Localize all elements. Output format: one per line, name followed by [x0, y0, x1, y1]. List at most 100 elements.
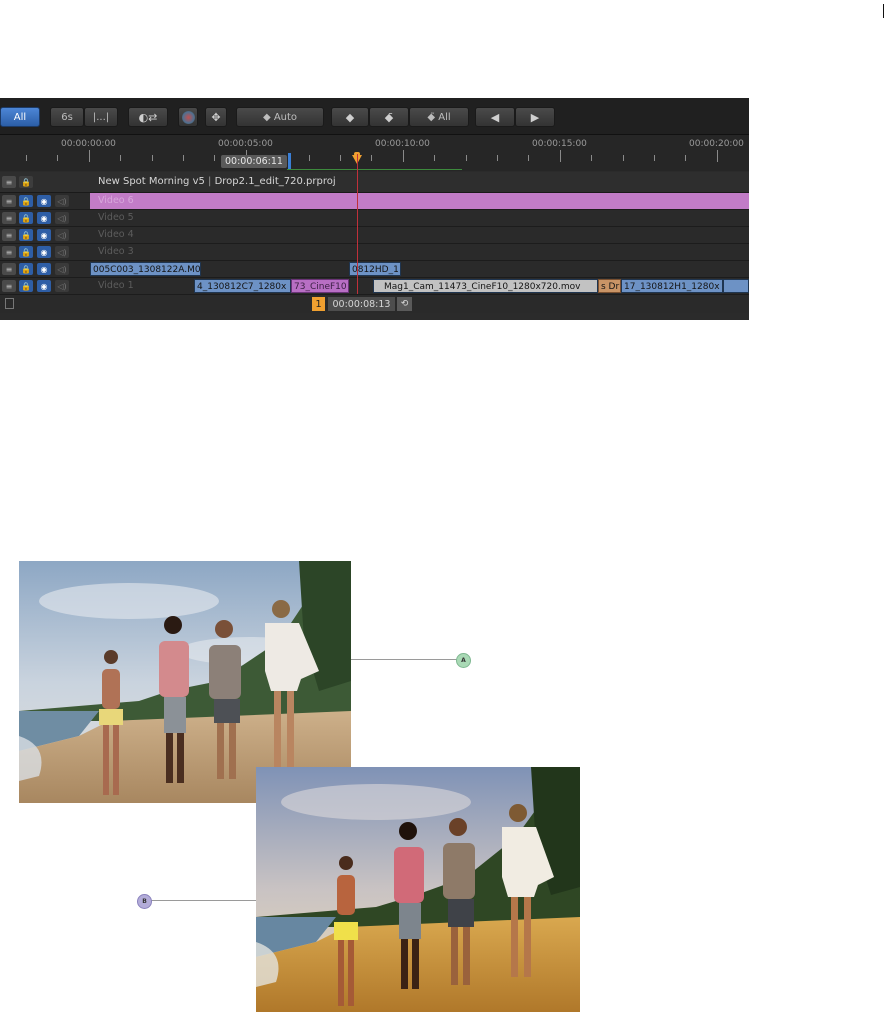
ruler-timecode: 00:00:05:00 — [218, 139, 273, 149]
speaker-icon[interactable]: ◁) — [55, 195, 69, 207]
ruler-tick — [654, 155, 655, 161]
ruler-timecode: 00:00:20:00 — [689, 139, 744, 149]
callout-a: A — [456, 653, 471, 668]
timeline-status-bar: 1 00:00:08:13 ⟲ — [0, 295, 749, 313]
color-wheel-button[interactable] — [178, 107, 198, 127]
in-point-marker[interactable] — [288, 153, 291, 169]
track-video-5[interactable]: ≡ 🔒 ◉ ◁) Video 5 — [0, 210, 749, 227]
six-second-button[interactable]: 6s — [50, 107, 84, 127]
lock-icon[interactable]: 🔒 — [19, 246, 33, 258]
sync-lock-icon[interactable]: ≡ — [2, 195, 16, 207]
track-name: Video 5 — [98, 212, 134, 223]
timeline-clip-tail[interactable] — [723, 279, 749, 293]
sequence-name: New Spot Morning v5 — [98, 176, 205, 187]
timeline-clip[interactable]: 73_CineF10 — [291, 279, 349, 293]
ruler-tick — [88, 150, 90, 162]
rgb-parade-button[interactable]: ◐⇄ — [128, 107, 168, 127]
ruler-timecode: 00:00:10:00 — [375, 139, 430, 149]
lock-icon[interactable]: 🔒 — [19, 195, 33, 207]
timeline-clip[interactable]: 4_130812C7_1280x — [194, 279, 291, 293]
triangle-right-icon: ▶ — [530, 110, 540, 124]
timeline-clip[interactable]: 005C003_1308122A.M0 — [90, 262, 201, 276]
photo-graded — [256, 767, 580, 1012]
remove-keyframe-button[interactable]: ◆̄ — [369, 107, 409, 127]
sync-lock-icon[interactable]: ≡ — [2, 280, 16, 292]
eye-icon[interactable]: ◉ — [37, 246, 51, 258]
ruler-tick — [340, 155, 341, 161]
ruler-tick — [183, 155, 184, 161]
track-highlight-bar[interactable]: Video 6 — [90, 193, 749, 209]
timeline-toolbar: All 6s |...| ◐⇄ ✥ ◆ Auto ◆ ◆̄ ◆̃ All ◀ ▶ — [0, 98, 749, 135]
ruler-tick — [434, 155, 436, 161]
sync-lock-icon[interactable]: ≡ — [2, 263, 16, 275]
ruler-tick — [214, 155, 216, 161]
sync-lock-icon[interactable]: ≡ — [2, 212, 16, 224]
callout-line-a — [351, 659, 457, 660]
track-video-1[interactable]: ≡ 🔒 ◉ ◁) Video 1 4_130812C7_1280x 73_Cin… — [0, 278, 749, 295]
timeline-clip[interactable]: 17_130812H1_1280x — [621, 279, 723, 293]
move-button[interactable]: ✥ — [205, 107, 227, 127]
lock-icon[interactable]: 🔒 — [19, 280, 33, 292]
timeline-clip[interactable]: s Dr — [598, 279, 621, 293]
speaker-icon[interactable]: ◁) — [55, 280, 69, 292]
lock-icon[interactable]: 🔒 — [19, 229, 33, 241]
ruler-tick — [371, 155, 373, 161]
keyframe-remove-icon: ◆̄ — [384, 110, 394, 124]
eye-icon[interactable]: ◉ — [37, 263, 51, 275]
ruler-tick — [559, 150, 561, 162]
speaker-icon[interactable]: ◁) — [55, 212, 69, 224]
time-ruler[interactable]: 00:00:00:00 00:00:05:00 00:00:10:00 00:0… — [0, 135, 749, 171]
eye-icon[interactable]: ◉ — [37, 280, 51, 292]
auto-keyframe-button[interactable]: ◆ Auto — [236, 107, 324, 127]
sequence-header: ≡ 🔒 New Spot Morning v5 | Drop2.1_edit_7… — [0, 172, 749, 193]
lock-icon[interactable]: 🔒 — [19, 212, 33, 224]
film-strip-icon — [5, 298, 14, 309]
speaker-icon[interactable]: ◁) — [55, 246, 69, 258]
timeline-clip[interactable]: Mag1_Cam_11473_CineF10_1280x720.mov — [373, 279, 598, 293]
speaker-icon[interactable]: ◁) — [55, 229, 69, 241]
sync-lock-icon[interactable]: ≡ — [2, 229, 16, 241]
project-name: Drop2.1_edit_720.prproj — [214, 176, 336, 187]
range-button[interactable]: |...| — [84, 107, 118, 127]
ruler-tick — [465, 155, 467, 161]
track-name: Video 3 — [98, 246, 134, 257]
ruler-tick — [57, 155, 59, 161]
add-keyframe-button[interactable]: ◆ — [331, 107, 369, 127]
remove-all-keyframes-button[interactable]: ◆̃ All — [409, 107, 469, 127]
ruler-tick — [120, 155, 122, 161]
previous-keyframe-button[interactable]: ◀ — [475, 107, 515, 127]
track-name: Video 4 — [98, 229, 134, 240]
triangle-left-icon: ◀ — [490, 110, 500, 124]
ruler-tick — [685, 155, 687, 161]
next-keyframe-button[interactable]: ▶ — [515, 107, 555, 127]
lock-icon[interactable]: 🔒 — [19, 176, 33, 188]
speaker-icon[interactable]: ◁) — [55, 263, 69, 275]
move-arrows-icon: ✥ — [211, 110, 221, 124]
track-video-4[interactable]: ≡ 🔒 ◉ ◁) Video 4 — [0, 227, 749, 244]
callout-line-b — [150, 900, 256, 901]
callout-b: B — [137, 894, 152, 909]
track-video-6[interactable]: Video 6 ≡ 🔒 ◉ ◁) — [0, 193, 749, 210]
title-separator: | — [204, 176, 215, 187]
color-swap-icon: ◐⇄ — [138, 110, 158, 124]
current-time-display[interactable]: 00:00:06:11 — [221, 155, 287, 168]
ruler-tick — [528, 155, 530, 161]
track-name: Video 1 — [98, 280, 134, 291]
sync-lock-icon[interactable]: ≡ — [2, 176, 16, 188]
status-timecode[interactable]: 00:00:08:13 — [328, 297, 395, 311]
marker-number[interactable]: 1 — [312, 297, 325, 311]
lock-icon[interactable]: 🔒 — [19, 263, 33, 275]
track-video-2[interactable]: ≡ 🔒 ◉ ◁) 005C003_1308122A.M0 0812HD_1 — [0, 261, 749, 278]
eye-icon[interactable]: ◉ — [37, 212, 51, 224]
timeline-panel: All 6s |...| ◐⇄ ✥ ◆ Auto ◆ ◆̄ ◆̃ All ◀ ▶… — [0, 98, 749, 320]
track-video-3[interactable]: ≡ 🔒 ◉ ◁) Video 3 — [0, 244, 749, 261]
eye-icon[interactable]: ◉ — [37, 229, 51, 241]
eye-icon[interactable]: ◉ — [37, 195, 51, 207]
all-tracks-button[interactable]: All — [0, 107, 40, 127]
sync-lock-icon[interactable]: ≡ — [2, 246, 16, 258]
keyframe-diamond-icon: ◆ — [345, 110, 355, 124]
loop-icon[interactable]: ⟲ — [397, 297, 412, 311]
work-area-bar — [287, 169, 462, 170]
playhead-line — [357, 154, 358, 294]
ruler-tick — [402, 150, 404, 162]
